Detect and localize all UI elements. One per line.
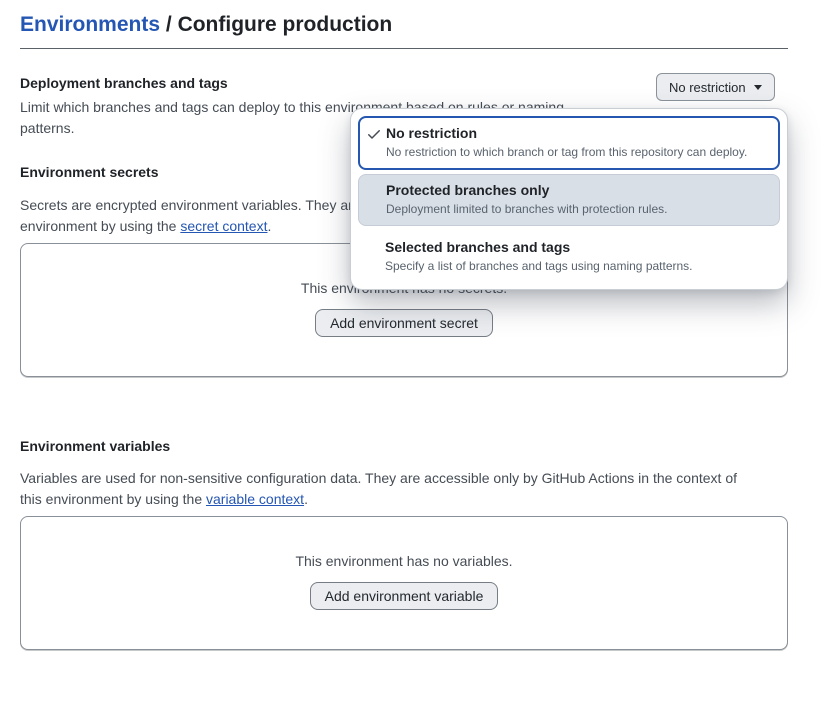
- menu-item-title: Selected branches and tags: [385, 238, 769, 256]
- variables-section-heading: Environment variables: [20, 438, 170, 454]
- branch-restriction-select-button[interactable]: No restriction: [656, 73, 775, 101]
- variables-description-line2-prefix: this environment by using the: [20, 491, 206, 507]
- secrets-description-line2-prefix: environment by using the: [20, 218, 180, 234]
- secrets-description-suffix: .: [267, 218, 271, 234]
- page-title-current: Configure production: [178, 13, 393, 36]
- add-environment-secret-button[interactable]: Add environment secret: [315, 309, 493, 337]
- branch-restriction-select-label: No restriction: [669, 80, 746, 95]
- secret-context-link[interactable]: secret context: [180, 218, 267, 234]
- menu-item-protected-branches-only[interactable]: Protected branches only Deployment limit…: [358, 174, 780, 226]
- menu-item-selected-branches-and-tags[interactable]: Selected branches and tags Specify a lis…: [358, 230, 780, 282]
- menu-item-description: Specify a list of branches and tags usin…: [385, 258, 769, 274]
- menu-item-description: Deployment limited to branches with prot…: [386, 201, 768, 217]
- variables-empty-box: This environment has no variables. Add e…: [20, 516, 788, 650]
- menu-item-no-restriction[interactable]: No restriction No restriction to which b…: [358, 116, 780, 170]
- menu-item-title: Protected branches only: [386, 181, 768, 199]
- breadcrumb-environments-link[interactable]: Environments: [20, 13, 160, 36]
- secrets-section-heading: Environment secrets: [20, 164, 159, 180]
- menu-item-description: No restriction to which branch or tag fr…: [386, 144, 768, 160]
- variable-context-link[interactable]: variable context: [206, 491, 304, 507]
- branch-restriction-menu: No restriction No restriction to which b…: [350, 108, 788, 290]
- menu-item-title: No restriction: [386, 124, 768, 142]
- variables-description-line1: Variables are used for non-sensitive con…: [20, 468, 737, 489]
- variables-description-line2: this environment by using the variable c…: [20, 489, 737, 510]
- chevron-down-icon: [754, 85, 762, 90]
- page-title: Environments / Configure production: [20, 13, 392, 37]
- variables-description: Variables are used for non-sensitive con…: [20, 468, 737, 510]
- add-environment-variable-button[interactable]: Add environment variable: [310, 582, 499, 610]
- variables-description-suffix: .: [304, 491, 308, 507]
- breadcrumb-separator: /: [166, 13, 172, 36]
- variables-empty-text: This environment has no variables.: [295, 553, 512, 569]
- header-divider: [20, 48, 788, 49]
- deployment-section-heading: Deployment branches and tags: [20, 75, 228, 91]
- check-icon: [366, 126, 382, 142]
